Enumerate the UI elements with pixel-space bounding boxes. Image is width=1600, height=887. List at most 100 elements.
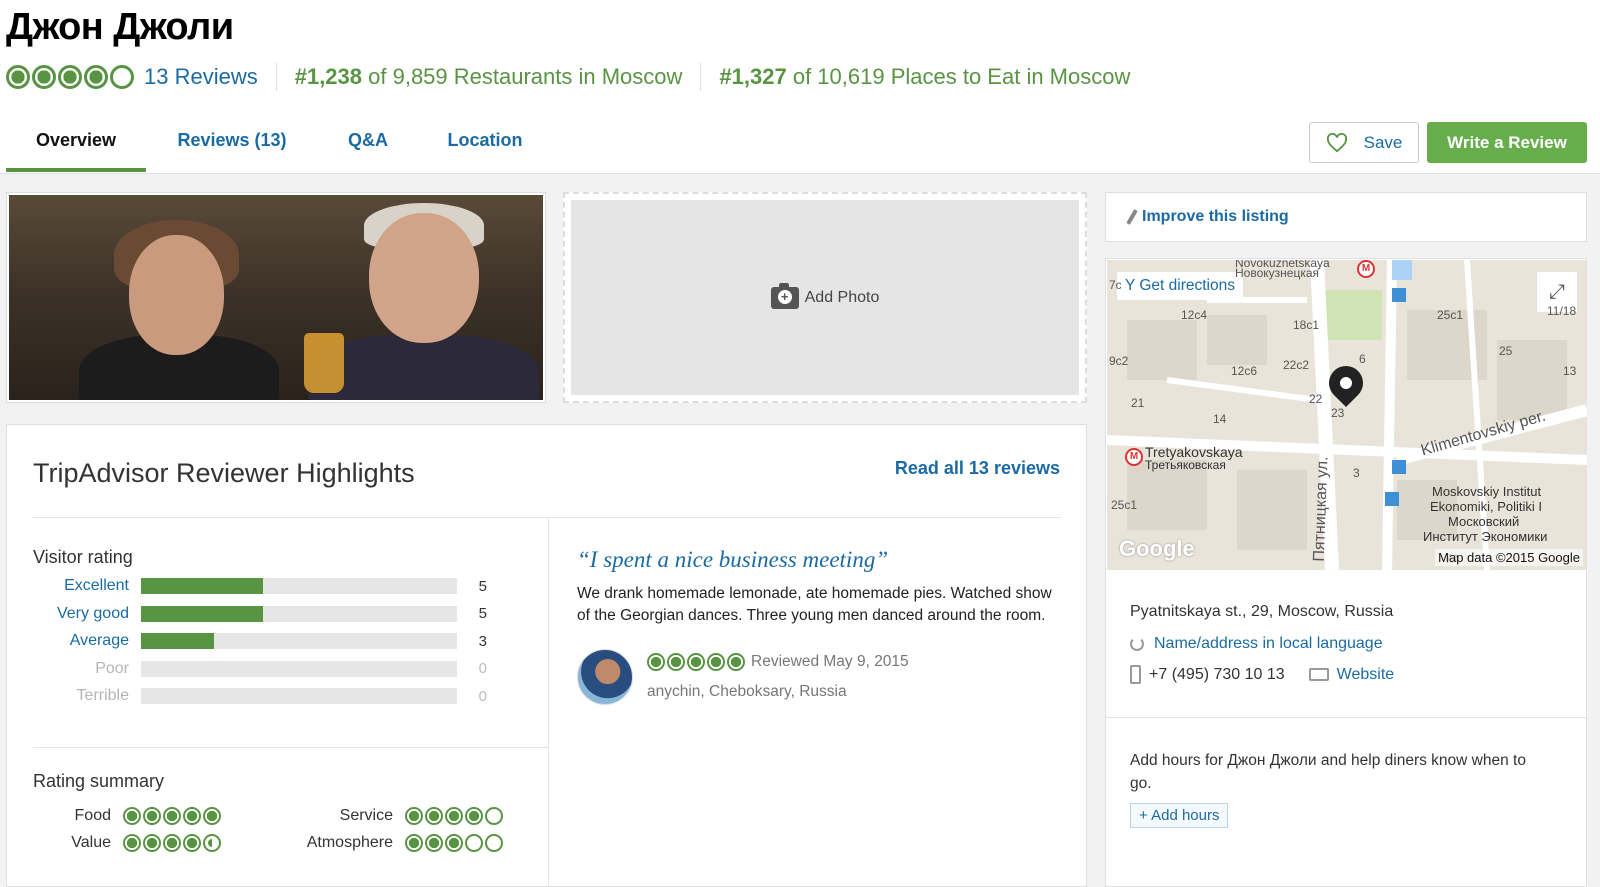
visitor-rating-row[interactable]: Very good 5 [33, 603, 487, 625]
rating-label: Terrible [76, 687, 129, 704]
local-language-link[interactable]: Name/address in local language [1130, 635, 1383, 653]
visitor-rating-row[interactable]: Average 3 [33, 630, 487, 652]
page-title: Джон Джоли [6, 6, 234, 48]
rating-summary-label: Atmosphere [306, 834, 393, 851]
map-house-number: 12c6 [1231, 364, 1258, 378]
map-house-number: 12c4 [1181, 308, 1208, 322]
rating-summary-bubbles [123, 807, 221, 825]
rating-label: Poor [95, 659, 129, 677]
map-house-number: 9c2 [1109, 354, 1129, 368]
map-data-credit: Map data ©2015 Google [1435, 549, 1583, 566]
divider [548, 517, 549, 887]
rating-bar [141, 605, 457, 622]
google-logo: Google [1119, 536, 1195, 561]
location-map[interactable]: Y Get directions ⤢ Novokuznetskaya Новок… [1107, 260, 1587, 570]
rank-text: of 10,619 Places to Eat in Moscow [792, 64, 1131, 89]
rating-bubble-icon [143, 807, 161, 825]
map-label: Новокузнецкая [1235, 266, 1319, 280]
rating-bubble-icon [32, 65, 56, 89]
rating-summary-label: Service [339, 807, 393, 824]
reviews-count-link[interactable]: 13 Reviews [144, 64, 258, 90]
tab-qa[interactable]: Q&A [318, 118, 418, 172]
local-language-label: Name/address in local language [1154, 635, 1383, 652]
review-text: We drank homemade lemonade, ate homemade… [577, 585, 1052, 624]
restaurant-rank[interactable]: #1,238 of 9,859 Restaurants in Moscow [295, 64, 683, 90]
rating-bubble-icon [183, 807, 201, 825]
highlights-title: TripAdvisor Reviewer Highlights [33, 458, 415, 488]
rating-summary-row: Food [33, 807, 221, 825]
rating-bubble-icon [110, 65, 134, 89]
rating-summary-bubbles [405, 807, 503, 825]
reviewer-avatar[interactable] [577, 649, 633, 705]
camera-icon [770, 282, 799, 309]
map-house-number: 25c1 [1111, 498, 1138, 512]
tab-bar: Overview Reviews (13) Q&A Location [6, 118, 552, 172]
rank-number: #1,238 [294, 64, 363, 89]
rating-bar [141, 633, 457, 649]
visitor-rating-row[interactable]: Terrible 0 [33, 685, 487, 707]
visitor-rating-row[interactable]: Poor 0 [33, 658, 487, 680]
laptop-icon [1308, 668, 1329, 681]
website-link[interactable]: Website [1337, 666, 1395, 684]
write-review-button[interactable]: Write a Review [1427, 122, 1587, 163]
rating-bubble-icon [163, 834, 181, 852]
reviewer-name[interactable]: anychin, Cheboksary, Russia [647, 683, 847, 701]
add-photo-area: Add Photo [571, 200, 1079, 395]
rating-bubble-icon [203, 834, 221, 852]
add-hours-button[interactable]: + Add hours [1130, 803, 1229, 828]
rating-bubble-icon [465, 807, 483, 825]
header-rating-bubbles [6, 65, 134, 89]
save-button[interactable]: Save [1309, 122, 1419, 163]
map-house-number: 7c [1109, 278, 1122, 292]
get-directions-label: Get directions [1139, 277, 1235, 294]
listing-header: Джон Джоли 13 Reviews #1,238 of 9,859 Re… [0, 0, 1600, 174]
map-label: Пятницкая ул. [1310, 456, 1332, 562]
rating-count: 0 [478, 660, 487, 677]
rating-bubble-icon [123, 807, 141, 825]
directions-icon: Y [1125, 277, 1136, 294]
tab-location[interactable]: Location [418, 118, 552, 172]
rating-bubble-icon [727, 653, 745, 671]
places-rank[interactable]: #1,327 of 10,619 Places to Eat in Moscow [719, 64, 1130, 90]
review-rating-bubbles [647, 653, 745, 671]
rating-bar-fill [141, 633, 214, 649]
add-photo-box[interactable]: Add Photo [563, 192, 1087, 403]
improve-listing-link[interactable]: Improve this listing [1105, 192, 1587, 242]
rating-bubble-icon [485, 834, 503, 852]
divider [700, 63, 702, 91]
rating-bar [141, 688, 457, 704]
read-all-reviews-link[interactable]: Read all 13 reviews [895, 458, 1060, 479]
phone-number[interactable]: +7 (495) 730 10 13 [1149, 666, 1285, 684]
heart-icon [1326, 132, 1347, 152]
divider [33, 517, 1061, 518]
visitor-rating-title: Visitor rating [33, 547, 133, 567]
rating-bubble-icon [485, 807, 503, 825]
metro-icon: M [1125, 448, 1143, 466]
visitor-rating-row[interactable]: Excellent 5 [33, 575, 487, 597]
map-house-number: 3 [1353, 466, 1360, 480]
tab-overview[interactable]: Overview [6, 118, 146, 172]
map-house-number: 21 [1131, 396, 1145, 410]
rating-bubble-icon [405, 834, 423, 852]
map-house-number: 6 [1359, 352, 1366, 366]
rating-bubble-icon [183, 834, 201, 852]
rating-summary-bubbles [123, 834, 221, 852]
rating-label: Average [69, 632, 129, 649]
rating-bubble-icon [707, 653, 725, 671]
rating-bubble-icon [425, 834, 443, 852]
add-photo-label: Add Photo [804, 288, 880, 306]
get-directions-button[interactable]: Y Get directions [1117, 272, 1243, 300]
rank-row: 13 Reviews #1,238 of 9,859 Restaurants i… [6, 62, 1130, 92]
review-quote-title[interactable]: “I spent a nice business meeting” [577, 547, 888, 573]
location-panel: Y Get directions ⤢ Novokuznetskaya Новок… [1105, 258, 1587, 887]
main-photo[interactable] [6, 192, 546, 403]
map-house-number: 23 [1331, 406, 1345, 420]
rating-summary-title: Rating summary [33, 771, 165, 791]
tab-reviews[interactable]: Reviews (13) [146, 118, 318, 172]
map-house-number: 22c2 [1283, 358, 1310, 372]
metro-icon: M [1357, 260, 1375, 278]
rating-bubble-icon [687, 653, 705, 671]
map-house-number: 25 [1499, 344, 1513, 358]
map-house-number: 25c1 [1437, 308, 1464, 322]
reviewer-highlights: TripAdvisor Reviewer Highlights Read all… [6, 424, 1087, 887]
